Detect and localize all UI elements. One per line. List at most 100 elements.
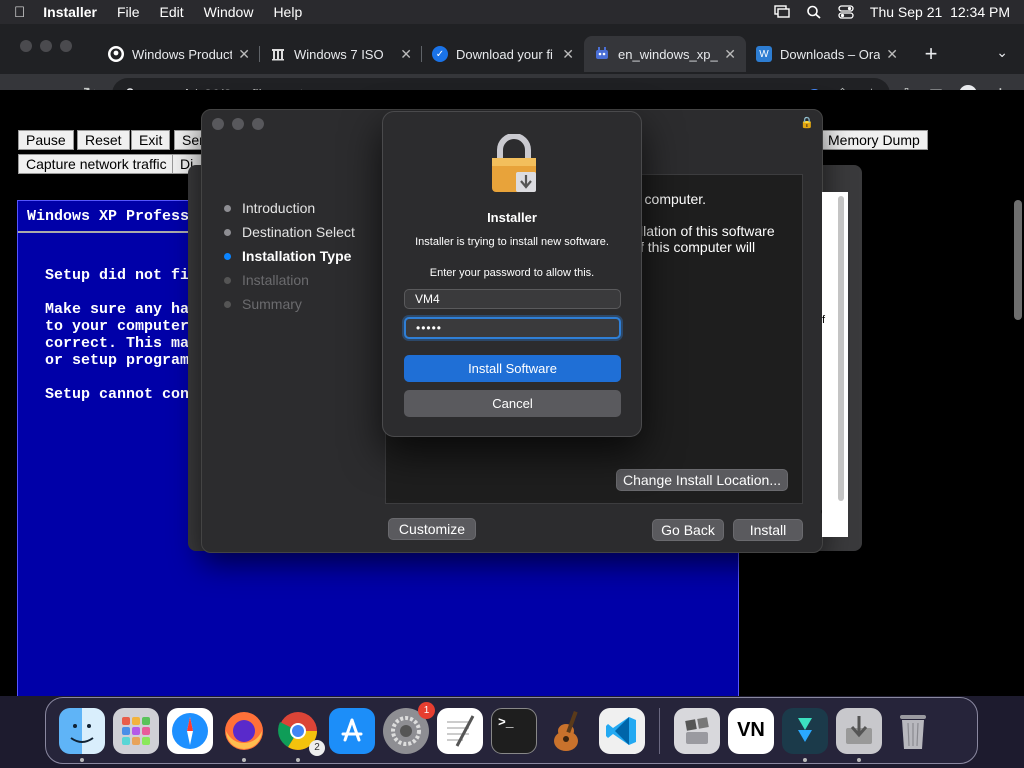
tab-strip: Windows Product ✕ Windows 7 ISO ✕ ✓ Down…	[0, 24, 1024, 74]
menu-edit[interactable]: Edit	[160, 4, 184, 20]
settings-icon[interactable]: 1	[383, 701, 435, 754]
apple-menu-icon[interactable]: 	[14, 4, 25, 21]
installer-body-text: r computer.	[636, 191, 707, 207]
setup-line: Setup cannot con	[45, 386, 190, 403]
setup-line: Make sure any ha	[45, 301, 190, 318]
spotlight-icon[interactable]	[806, 5, 822, 19]
chrome-profile-badge: 2	[309, 739, 325, 756]
menu-window[interactable]: Window	[204, 4, 254, 20]
setup-line: correct. This ma	[45, 335, 190, 352]
installer-close-button[interactable]	[212, 118, 224, 130]
close-tab-icon[interactable]: ✕	[400, 46, 412, 63]
right-pane-fragment: f	[822, 314, 826, 326]
auth-dialog: Installer Installer is trying to install…	[382, 111, 642, 437]
capture-network-button[interactable]: Capture network traffic	[18, 154, 175, 174]
v86-icon	[594, 46, 610, 62]
minimize-window-button[interactable]	[40, 40, 52, 52]
installer-minimize-button[interactable]	[232, 118, 244, 130]
right-pane-scrollbar[interactable]	[838, 196, 844, 501]
padlock-icon	[492, 134, 536, 192]
new-tab-button[interactable]: +	[916, 36, 946, 72]
tab-title: Windows Product	[132, 46, 233, 62]
close-tab-icon[interactable]: ✕	[724, 46, 736, 63]
menu-bar:  Installer File Edit Window Help Thu Se…	[0, 0, 1024, 24]
go-back-button[interactable]: Go Back	[652, 519, 724, 541]
serial-button[interactable]: Ser	[174, 130, 202, 150]
app-store-icon[interactable]	[329, 707, 375, 754]
customize-button[interactable]: Customize	[388, 518, 476, 540]
installer-body-text: llation of this software f this computer …	[640, 223, 775, 255]
trash-icon[interactable]	[890, 708, 936, 754]
tab-search-chevron-icon[interactable]: ⌄	[996, 44, 1008, 61]
setup-line: to your computer	[45, 318, 190, 335]
username-field[interactable]: VM4	[404, 289, 621, 309]
finder-icon[interactable]	[59, 707, 105, 762]
step-installation-type: Installation Type	[224, 244, 355, 268]
cancel-button[interactable]: Cancel	[404, 390, 621, 417]
auth-title: Installer	[487, 210, 537, 225]
garageband-icon[interactable]	[545, 708, 591, 754]
pause-button[interactable]: Pause	[18, 130, 74, 150]
terminal-icon[interactable]: >_	[491, 707, 537, 754]
tab-title: Downloads – Ora	[780, 46, 881, 62]
dock: 2 1 >_ VN	[45, 697, 978, 764]
bootcamp-icon[interactable]	[674, 707, 720, 754]
check-circle-icon: ✓	[432, 46, 448, 62]
install-button[interactable]: Install	[733, 519, 803, 541]
memory-dump-button[interactable]: Memory Dump	[820, 130, 928, 150]
setup-line: Setup did not fi	[45, 267, 190, 284]
right-white-pane: f	[822, 192, 848, 537]
firefox-icon[interactable]	[221, 708, 267, 762]
tab-download-your-file[interactable]: ✓ Download your fi ✕	[422, 36, 584, 72]
exit-button[interactable]: Exit	[131, 130, 171, 150]
install-software-button[interactable]: Install Software	[404, 355, 621, 382]
password-field[interactable]: •••••	[404, 317, 621, 339]
screen-mirror-icon[interactable]	[774, 5, 790, 19]
change-install-location-button[interactable]: Change Install Location...	[616, 469, 788, 491]
tab-windows-7-iso[interactable]: Windows 7 ISO ✕	[260, 36, 422, 72]
wondershare-icon[interactable]	[782, 707, 828, 762]
page-scrollbar[interactable]	[1014, 200, 1022, 320]
installer-zoom-button[interactable]	[252, 118, 264, 130]
tab-title: Windows 7 ISO	[294, 46, 384, 62]
installer-icon[interactable]	[836, 707, 882, 762]
step-introduction: Introduction	[224, 196, 355, 220]
textedit-icon[interactable]	[437, 707, 483, 754]
installer-steps: Introduction Destination Select Installa…	[224, 196, 355, 316]
step-destination-select: Destination Select	[224, 220, 355, 244]
setup-line: or setup program	[45, 352, 190, 369]
control-center-icon[interactable]	[838, 5, 854, 19]
close-tab-icon[interactable]: ✕	[562, 46, 574, 63]
chrome-icon[interactable]: 2	[275, 708, 325, 762]
menu-file[interactable]: File	[117, 4, 140, 20]
window-controls	[20, 40, 72, 52]
tab-title: en_windows_xp_	[618, 46, 718, 62]
step-installation: Installation	[224, 268, 355, 292]
auth-prompt: Enter your password to allow this.	[429, 267, 595, 279]
zoom-window-button[interactable]	[60, 40, 72, 52]
close-tab-icon[interactable]: ✕	[886, 46, 898, 63]
close-window-button[interactable]	[20, 40, 32, 52]
tab-downloads-oracle[interactable]: W Downloads – Ora ✕	[746, 36, 908, 72]
github-icon	[108, 46, 124, 62]
vn-icon[interactable]: VN	[728, 707, 774, 754]
settings-badge: 1	[418, 701, 435, 719]
safari-icon[interactable]	[167, 707, 213, 754]
installer-window-controls	[212, 118, 264, 130]
download-page-icon: W	[756, 46, 772, 62]
dock-separator	[659, 707, 660, 754]
step-summary: Summary	[224, 292, 355, 316]
archive-icon	[270, 46, 286, 62]
tab-windows-product[interactable]: Windows Product ✕	[98, 36, 260, 72]
launchpad-icon[interactable]	[113, 707, 159, 754]
tab-en-windows-xp[interactable]: en_windows_xp_ ✕	[584, 36, 746, 72]
vscode-icon[interactable]	[599, 707, 645, 754]
menubar-clock[interactable]: Thu Sep 21 12:34 PM	[870, 4, 1010, 20]
auth-message: Installer is trying to install new softw…	[415, 236, 609, 248]
reset-button[interactable]: Reset	[77, 130, 130, 150]
menu-app-name[interactable]: Installer	[43, 4, 97, 20]
close-tab-icon[interactable]: ✕	[238, 46, 250, 63]
installer-lock-icon: 🔒	[800, 117, 814, 129]
tab-title: Download your fi	[456, 46, 553, 62]
menu-help[interactable]: Help	[273, 4, 302, 20]
